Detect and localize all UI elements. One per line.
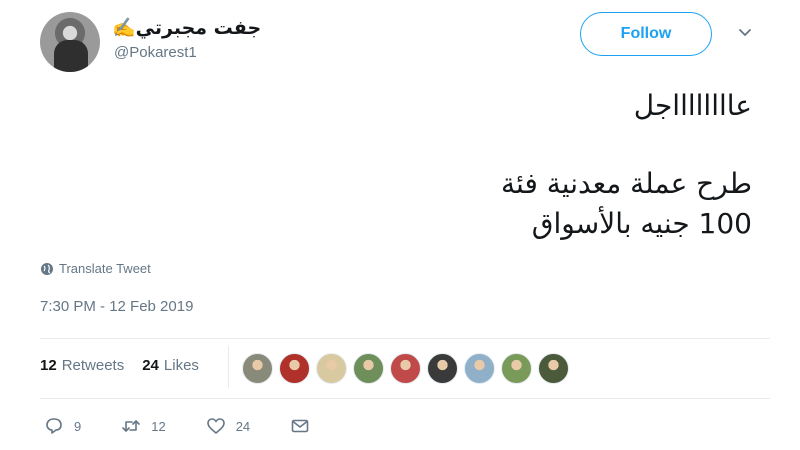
divider — [228, 346, 229, 388]
reply-count: 9 — [74, 418, 82, 434]
display-name[interactable]: ✍️جفت مجبرتي — [112, 16, 261, 39]
liker-avatars — [242, 353, 569, 384]
heart-icon — [206, 418, 225, 434]
likes-stat[interactable]: 24 Likes — [142, 357, 199, 374]
tweet-stats: 12 Retweets 24 Likes — [40, 357, 199, 374]
envelope-icon — [291, 419, 309, 433]
reply-button[interactable]: 9 — [44, 416, 81, 436]
tweet-line: طرح عملة معدنية فئة — [501, 167, 752, 200]
translate-label[interactable]: Translate Tweet — [59, 261, 151, 276]
chevron-down-icon[interactable] — [738, 26, 752, 40]
divider — [40, 338, 770, 339]
liker-avatar[interactable] — [427, 353, 458, 384]
follow-button[interactable]: Follow — [580, 12, 712, 56]
globe-icon — [41, 262, 53, 275]
divider — [40, 398, 770, 399]
liker-avatar[interactable] — [279, 353, 310, 384]
tweet-line: عااااااااجل — [633, 89, 752, 122]
direct-message-button[interactable] — [290, 416, 320, 436]
action-bar: 9 12 24 — [44, 416, 360, 436]
like-button[interactable]: 24 — [206, 416, 250, 436]
liker-avatar[interactable] — [501, 353, 532, 384]
liker-avatar[interactable] — [390, 353, 421, 384]
retweet-count: 12 — [151, 418, 166, 434]
user-handle[interactable]: @Pokarest1 — [114, 44, 197, 61]
retweet-button[interactable]: 12 — [121, 416, 166, 436]
reply-icon — [46, 418, 62, 434]
translate-tweet-link[interactable]: Translate Tweet — [40, 261, 151, 276]
liker-avatar[interactable] — [353, 353, 384, 384]
liker-avatar[interactable] — [316, 353, 347, 384]
liker-avatar[interactable] — [464, 353, 495, 384]
liker-avatar[interactable] — [242, 353, 273, 384]
tweet-line: 100 جنيه بالأسواق — [531, 207, 752, 240]
avatar[interactable] — [40, 12, 100, 72]
tweet-header: ✍️جفت مجبرتي @Pokarest1 Follow — [40, 10, 770, 72]
retweets-stat[interactable]: 12 Retweets — [40, 357, 124, 374]
liker-avatar[interactable] — [538, 353, 569, 384]
like-count: 24 — [235, 418, 251, 434]
retweet-icon — [122, 420, 141, 432]
tweet-timestamp[interactable]: 7:30 PM - 12 Feb 2019 — [40, 298, 193, 315]
tweet-text: عااااااااجل طرح عملة معدنية فئة 100 جنيه… — [152, 86, 752, 244]
